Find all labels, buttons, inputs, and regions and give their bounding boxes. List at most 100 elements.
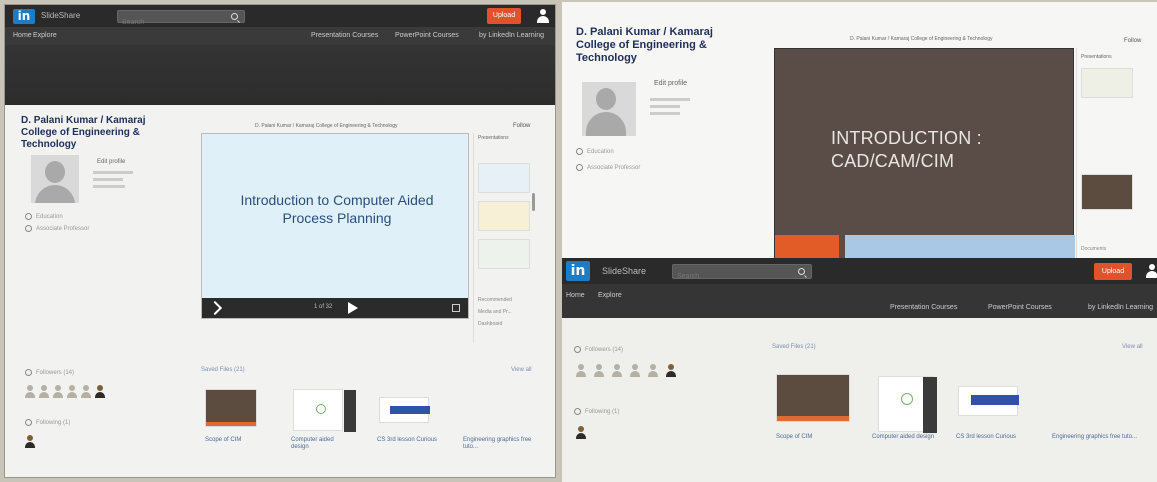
- nav-home[interactable]: Home: [566, 292, 585, 299]
- nav-home[interactable]: Home: [13, 32, 32, 39]
- search-box[interactable]: [117, 10, 245, 28]
- education-item[interactable]: Education: [25, 213, 63, 220]
- saved-card-thumb[interactable]: [205, 389, 257, 427]
- role-item[interactable]: Associate Professor: [25, 225, 89, 232]
- follow-button[interactable]: Follow: [1124, 38, 1141, 44]
- nav-powerpoint-courses[interactable]: PowerPoint Courses: [395, 32, 459, 39]
- related-thumb[interactable]: [478, 163, 530, 193]
- related-thumb[interactable]: [478, 239, 530, 269]
- follower-avatar[interactable]: [39, 385, 49, 398]
- sidebar-link[interactable]: Recommended: [478, 297, 512, 303]
- radio-icon: [576, 164, 583, 171]
- follower-avatar[interactable]: [630, 364, 642, 380]
- user-icon[interactable]: [1146, 264, 1157, 278]
- followers-list: [25, 385, 105, 398]
- education-item[interactable]: Education: [576, 148, 614, 155]
- right-top-view: D. Palani Kumar / Kamaraj College of Eng…: [562, 2, 1157, 260]
- upload-button[interactable]: Upload: [1094, 263, 1132, 280]
- slide-viewer[interactable]: Introduction to Computer Aided Process P…: [201, 133, 469, 319]
- follower-avatar[interactable]: [576, 364, 588, 380]
- following-heading[interactable]: Following (1): [574, 408, 619, 415]
- follower-avatar[interactable]: [666, 364, 678, 380]
- follow-button[interactable]: Follow: [513, 123, 530, 129]
- player-controls: 1 of 32: [202, 298, 468, 318]
- follower-avatar[interactable]: [67, 385, 77, 398]
- sidebar-link[interactable]: Media and Pr...: [478, 309, 512, 315]
- following-list: [25, 435, 35, 448]
- search-input[interactable]: [673, 270, 811, 283]
- saved-card-title[interactable]: Computer aided design: [291, 437, 351, 451]
- nav-presentation-courses[interactable]: Presentation Courses: [890, 304, 957, 311]
- slide-viewer[interactable]: INTRODUCTION : CAD/CAM/CIM: [774, 48, 1075, 260]
- follower-avatar[interactable]: [81, 385, 91, 398]
- view-all-link[interactable]: View all: [511, 367, 532, 373]
- nav-explore[interactable]: Explore: [598, 292, 622, 299]
- following-avatar[interactable]: [576, 426, 590, 444]
- sidebar-scrollbar[interactable]: [532, 193, 535, 211]
- profile-meta: [93, 171, 133, 188]
- slide-header: D. Palani Kumar / Kamaraj College of Eng…: [850, 36, 993, 42]
- linkedin-logo[interactable]: in: [13, 9, 35, 24]
- follower-avatar[interactable]: [594, 364, 606, 380]
- saved-card-thumb[interactable]: [878, 376, 937, 433]
- nav-explore[interactable]: Explore: [33, 32, 57, 39]
- saved-card-thumb[interactable]: [958, 386, 1019, 416]
- nav-linkedin-learning[interactable]: by LinkedIn Learning: [479, 32, 544, 39]
- upload-button[interactable]: Upload: [487, 8, 521, 24]
- view-all-link[interactable]: View all: [1122, 344, 1143, 350]
- sub-navbar: Home Explore Presentation Courses PowerP…: [562, 284, 1157, 318]
- author-name[interactable]: D. Palani Kumar / Kamaraj College of Eng…: [21, 115, 181, 151]
- saved-card-title[interactable]: Engineering graphics free tuto...: [463, 437, 533, 451]
- followers-heading[interactable]: Followers (14): [574, 346, 623, 353]
- brand-name[interactable]: SlideShare: [602, 266, 646, 276]
- related-thumb[interactable]: [478, 201, 530, 231]
- page-counter: 1 of 32: [314, 304, 333, 310]
- saved-card-title[interactable]: Computer aided design: [872, 434, 942, 441]
- slide-decoration: [775, 235, 839, 259]
- follower-avatar[interactable]: [25, 385, 35, 398]
- sub-navbar: Home Explore Presentation Courses PowerP…: [5, 27, 555, 45]
- following-heading[interactable]: Following (1): [25, 419, 70, 426]
- search-icon[interactable]: [798, 268, 805, 275]
- fullscreen-icon[interactable]: [452, 304, 460, 312]
- related-thumb[interactable]: [1081, 68, 1133, 98]
- play-icon[interactable]: [348, 302, 358, 314]
- following-avatar[interactable]: [25, 435, 35, 448]
- saved-card-thumb[interactable]: [293, 389, 356, 432]
- follower-avatar[interactable]: [95, 385, 105, 398]
- saved-card-title[interactable]: Scope of CIM: [205, 437, 265, 444]
- avatar[interactable]: [582, 82, 636, 136]
- saved-files-heading[interactable]: Saved Files (21): [201, 367, 245, 373]
- saved-card-title[interactable]: Engineering graphics free tuto...: [1052, 434, 1142, 441]
- search-icon[interactable]: [231, 13, 238, 20]
- role-item[interactable]: Associate Professor: [576, 164, 640, 171]
- sidebar-link[interactable]: Dashboard: [478, 321, 502, 327]
- saved-card-title[interactable]: CS 3rd lesson Curious: [956, 434, 1036, 441]
- author-name[interactable]: D. Palani Kumar / Kamaraj College of Eng…: [576, 26, 746, 65]
- saved-card-title[interactable]: Scope of CIM: [776, 434, 846, 441]
- saved-card-thumb[interactable]: [379, 397, 430, 423]
- avatar[interactable]: [31, 155, 79, 203]
- profile-banner: [5, 45, 555, 105]
- documents-link[interactable]: Documents: [1081, 246, 1106, 252]
- brand-name[interactable]: SlideShare: [41, 11, 80, 20]
- follower-avatar[interactable]: [648, 364, 660, 380]
- followers-heading[interactable]: Followers (14): [25, 369, 74, 376]
- search-box[interactable]: [672, 264, 812, 283]
- radio-icon: [576, 148, 583, 155]
- saved-card-title[interactable]: CS 3rd lesson Curious: [377, 437, 447, 444]
- edit-profile-link[interactable]: Edit profile: [654, 80, 687, 87]
- right-bottom-view: in SlideShare Upload Home Explore Presen…: [562, 258, 1157, 482]
- linkedin-logo[interactable]: in: [566, 261, 590, 281]
- saved-card-thumb[interactable]: [776, 374, 850, 422]
- share-icon[interactable]: [207, 300, 223, 316]
- nav-linkedin-learning[interactable]: by LinkedIn Learning: [1088, 304, 1153, 311]
- nav-presentation-courses[interactable]: Presentation Courses: [311, 32, 378, 39]
- user-icon[interactable]: [537, 9, 549, 23]
- related-thumb[interactable]: [1081, 174, 1133, 210]
- nav-powerpoint-courses[interactable]: PowerPoint Courses: [988, 304, 1052, 311]
- saved-files-heading[interactable]: Saved Files (21): [772, 344, 816, 350]
- follower-avatar[interactable]: [612, 364, 624, 380]
- edit-profile-link[interactable]: Edit profile: [97, 159, 125, 166]
- follower-avatar[interactable]: [53, 385, 63, 398]
